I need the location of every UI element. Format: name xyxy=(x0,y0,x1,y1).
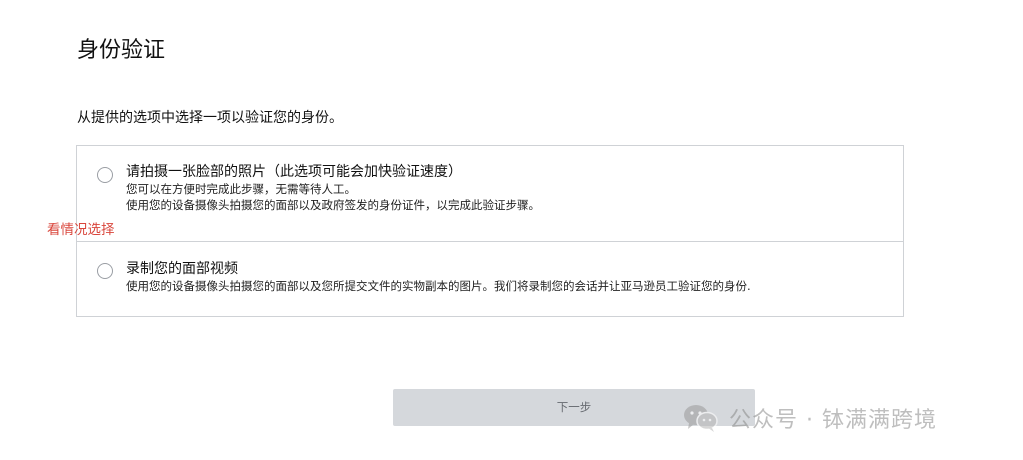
option-photo-text: 请拍摄一张脸部的照片（此选项可能会加快验证速度） 您可以在方便时完成此步骤，无需… xyxy=(126,163,893,213)
option-photo-title: 请拍摄一张脸部的照片（此选项可能会加快验证速度） xyxy=(126,164,462,180)
instruction-text: 从提供的选项中选择一项以验证您的身份。 xyxy=(77,110,343,126)
verification-options-group: 请拍摄一张脸部的照片（此选项可能会加快验证速度） 您可以在方便时完成此步骤，无需… xyxy=(76,145,904,317)
option-video-title: 录制您的面部视频 xyxy=(126,261,238,277)
watermark-text: 公众号 · 钵满满跨境 xyxy=(729,408,937,433)
watermark: 公众号 · 钵满满跨境 xyxy=(683,400,937,436)
option-photo-radio[interactable] xyxy=(97,167,113,183)
option-video-description-1: 使用您的设备摄像头拍摄您的面部以及您所提交文件的实物副本的图片。我们将录制您的会… xyxy=(126,279,751,293)
option-video-radio[interactable] xyxy=(97,263,113,279)
identity-verification-page: 身份验证 从提供的选项中选择一项以验证您的身份。 请拍摄一张脸部的照片（此选项可… xyxy=(0,0,1023,460)
option-photo-description-1: 您可以在方便时完成此步骤，无需等待人工。 xyxy=(126,182,356,196)
option-video[interactable]: 录制您的面部视频 使用您的设备摄像头拍摄您的面部以及您所提交文件的实物副本的图片… xyxy=(77,242,903,317)
annotation-note: 看情况选择 xyxy=(47,222,115,238)
page-title: 身份验证 xyxy=(77,38,166,63)
option-video-text: 录制您的面部视频 使用您的设备摄像头拍摄您的面部以及您所提交文件的实物副本的图片… xyxy=(126,260,893,294)
wechat-icon xyxy=(683,403,719,433)
option-photo-description-2: 使用您的设备摄像头拍摄您的面部以及政府签发的身份证件，以完成此验证步骤。 xyxy=(126,198,540,212)
option-photo[interactable]: 请拍摄一张脸部的照片（此选项可能会加快验证速度） 您可以在方便时完成此步骤，无需… xyxy=(77,146,903,242)
